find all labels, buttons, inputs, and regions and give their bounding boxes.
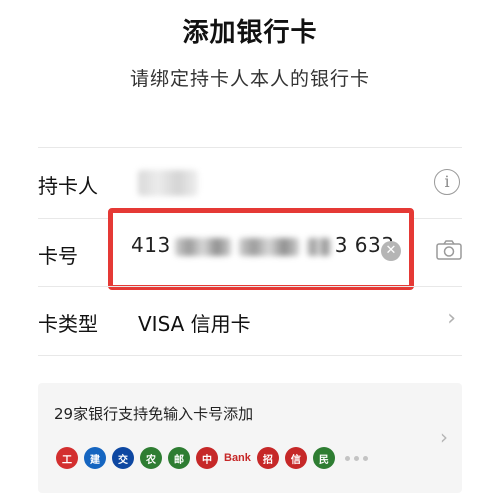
info-icon[interactable]: i	[434, 169, 460, 195]
card-type-label: 卡类型	[38, 312, 98, 336]
more-dots-icon	[344, 455, 368, 461]
card-type-row[interactable]: 卡类型 VISA 信用卡 ›	[0, 286, 500, 356]
clear-icon[interactable]: ✕	[381, 241, 401, 261]
divider	[38, 355, 462, 356]
boc-logo: 中	[196, 447, 218, 469]
card-number-blurred	[306, 237, 331, 256]
card-number-value: 413 3 633	[131, 233, 394, 257]
ccb-logo: 建	[84, 447, 106, 469]
card-number-blurred	[238, 237, 299, 256]
card-type-value: VISA 信用卡	[138, 312, 251, 336]
chevron-right-icon: ›	[440, 425, 448, 449]
citic-logo: 信	[284, 447, 307, 469]
card-number-label: 卡号	[38, 244, 78, 268]
camera-icon[interactable]	[436, 240, 462, 260]
card-number-blurred	[174, 237, 231, 256]
supported-banks-panel[interactable]: 29家银行支持免输入卡号添加 › 工建交农邮中 Bank 招信民	[38, 383, 462, 493]
bocom-logo: 交	[112, 447, 134, 469]
holder-name-blurred	[138, 170, 198, 196]
bank-logo-list: 工建交农邮中 Bank 招信民	[56, 445, 368, 471]
cmb-logo: 招	[256, 447, 279, 469]
psbc-logo: 邮	[168, 447, 190, 469]
abc-logo: 农	[140, 447, 162, 469]
page-subtitle: 请绑定持卡人本人的银行卡	[129, 68, 370, 90]
page-title: 添加银行卡	[182, 18, 318, 48]
chevron-right-icon: ›	[447, 306, 456, 331]
cmbc-logo: 民	[312, 447, 335, 469]
card-number-input[interactable]: 413 3 633 ✕	[108, 208, 414, 290]
holder-label: 持卡人	[38, 174, 98, 198]
card-number-prefix: 413	[131, 233, 171, 257]
icbc-logo: 工	[56, 447, 78, 469]
bank-logo: Bank	[224, 452, 251, 464]
supported-banks-title: 29家银行支持免输入卡号添加	[54, 405, 254, 423]
